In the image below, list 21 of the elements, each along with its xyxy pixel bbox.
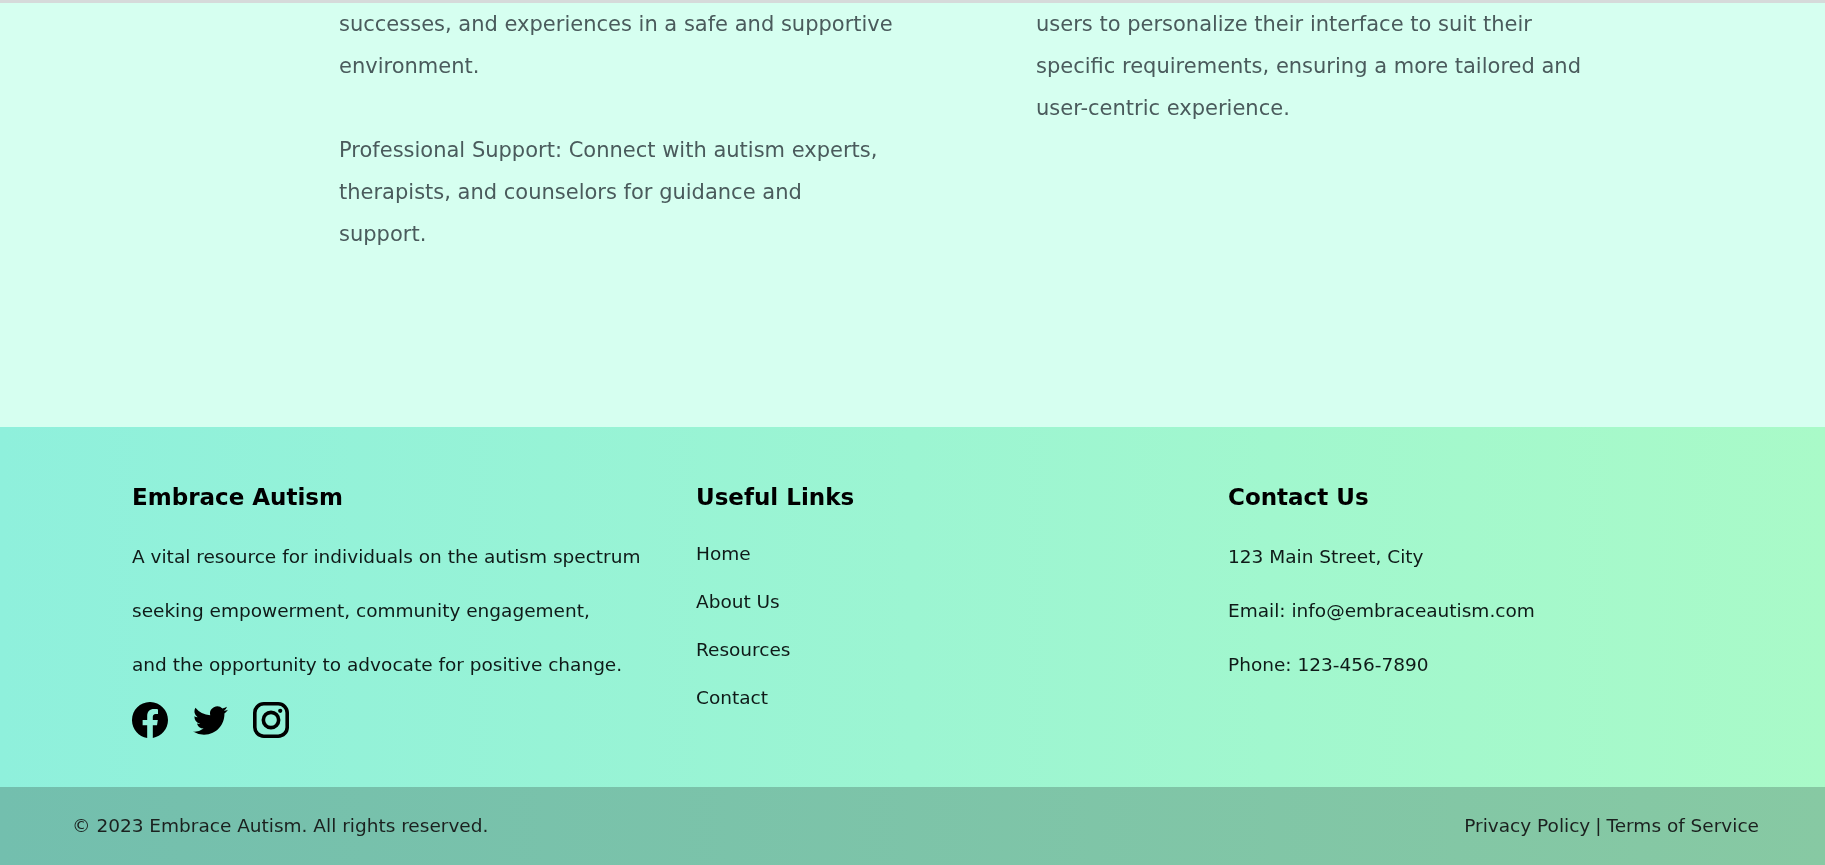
separator-text: |: [1595, 814, 1602, 839]
paragraph-text: users to personalize their interface to suit their specific requirements, ensuring a more tailored and user-centric experience.: [1036, 11, 1581, 122]
facebook-icon[interactable]: [132, 702, 168, 738]
footer-link[interactable]: Contact: [696, 674, 768, 722]
paragraph-text: Professional Support: Connect with autism experts, therapists, and counselors for guidance and support.: [339, 137, 878, 248]
footer-heading: Contact Us: [1228, 483, 1369, 512]
paragraph-text: successes, and experiences in a safe and supportive environment.: [339, 11, 893, 80]
footer-link[interactable]: About Us: [696, 578, 780, 626]
footer-link[interactable]: Resources: [696, 626, 791, 674]
contact-text: Phone: 123-456-7890: [1228, 653, 1429, 677]
contact-text: 123 Main Street, City: [1228, 545, 1424, 569]
footer-description: A vital resource for individuals on the autism spectrum seeking empowerment, community engagement, and the opportunity to advocate for positive change.: [132, 545, 641, 677]
footer-heading: Useful Links: [696, 483, 855, 512]
instagram-icon[interactable]: [253, 702, 289, 738]
contact-text: Email: info@embraceautism.com: [1228, 599, 1535, 623]
footer-heading: Embrace Autism: [132, 483, 343, 512]
footer-link[interactable]: Home: [696, 530, 751, 578]
twitter-icon[interactable]: [193, 705, 228, 735]
legal-link[interactable]: Terms of Service: [1606, 812, 1759, 840]
copyright-text: © 2023 Embrace Autism. All rights reserved.: [72, 814, 489, 839]
legal-link[interactable]: Privacy Policy: [1464, 812, 1591, 840]
